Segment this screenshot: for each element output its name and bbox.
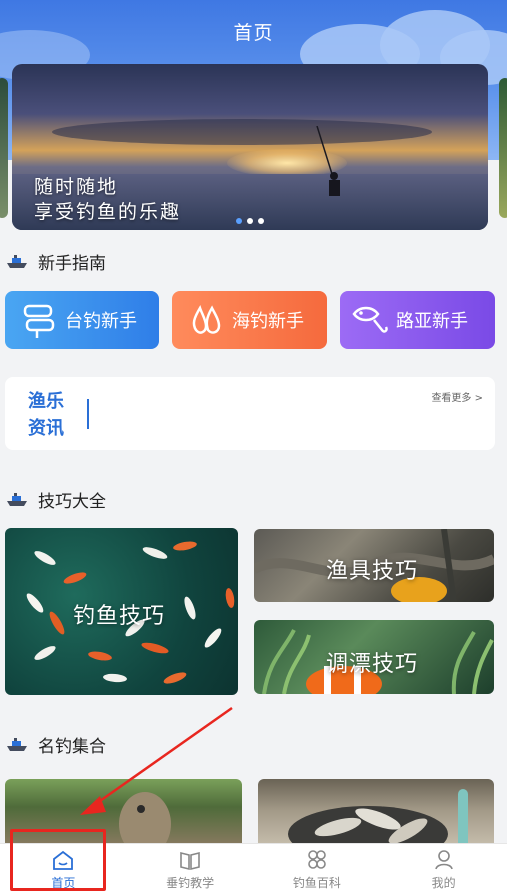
banner-subheadline: 享受钓鱼的乐趣 (34, 201, 182, 223)
view-more-link[interactable]: 查看更多 > (431, 389, 483, 404)
carousel-dot[interactable] (247, 218, 253, 224)
skill-tile-label: 钓鱼技巧 (73, 604, 166, 629)
banner-cloud (52, 119, 432, 145)
section-title: 新手指南 (38, 254, 106, 274)
skill-tile-fishing[interactable]: 钓鱼技巧 (5, 528, 238, 695)
fisherman-silhouette (316, 126, 340, 196)
news-divider (87, 399, 89, 429)
boat-icon (7, 254, 27, 268)
guide-button-label: 路亚新手 (396, 311, 468, 332)
book-icon (180, 851, 200, 870)
grid-icon (308, 849, 326, 869)
fish-hook-icon (344, 291, 396, 349)
banner-carousel[interactable]: 随时随地 享受钓鱼的乐趣 (12, 64, 488, 230)
guide-button-haidiao[interactable]: 海钓新手 (172, 291, 327, 349)
carousel-pagination (236, 218, 264, 224)
section-header-guide: 新手指南 (6, 249, 106, 274)
banner-headline: 随时随地 (34, 176, 119, 198)
guide-button-label: 台钓新手 (65, 311, 137, 332)
skill-tile-tackle[interactable]: 渔具技巧 (254, 529, 494, 602)
famous-card-2[interactable] (258, 779, 494, 849)
annotation-highlight-box (10, 829, 106, 891)
fish-basket-image (288, 789, 468, 849)
signpost-icon (13, 291, 65, 349)
tab-mine[interactable]: 我的 (380, 844, 507, 895)
guide-button-luya[interactable]: 路亚新手 (340, 291, 495, 349)
tab-label: 钓鱼百科 (292, 875, 341, 890)
skill-tile-label: 调漂技巧 (326, 652, 419, 677)
news-label: 渔乐资讯 (28, 391, 64, 439)
tab-teaching[interactable]: 垂钓教学 (127, 844, 254, 895)
section-title: 名钓集合 (38, 737, 106, 757)
banner-next-peek[interactable] (499, 78, 507, 218)
tab-label: 我的 (431, 875, 456, 890)
page-title: 首页 (233, 22, 274, 44)
section-title: 技巧大全 (38, 492, 106, 512)
user-icon (434, 849, 453, 869)
water-drops-icon (180, 291, 232, 349)
skill-tile-float[interactable]: 调漂技巧 (254, 620, 494, 694)
boat-icon (7, 492, 27, 506)
news-card[interactable]: 渔乐资讯 查看更多 > (5, 377, 495, 450)
carousel-dot[interactable] (236, 218, 242, 224)
section-header-famous: 名钓集合 (6, 732, 106, 757)
tab-label: 垂钓教学 (166, 875, 215, 890)
guide-button-taidiao[interactable]: 台钓新手 (5, 291, 159, 349)
skill-tile-label: 渔具技巧 (326, 559, 419, 584)
guide-button-label: 海钓新手 (232, 311, 304, 332)
banner-prev-peek[interactable] (0, 78, 8, 218)
section-header-skills: 技巧大全 (6, 487, 106, 512)
tab-encyclopedia[interactable]: 钓鱼百科 (254, 844, 381, 895)
boat-icon (7, 737, 27, 751)
carousel-dot[interactable] (258, 218, 264, 224)
